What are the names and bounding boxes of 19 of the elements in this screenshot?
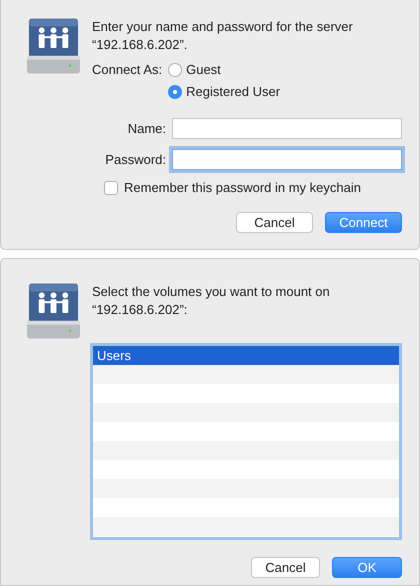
field-label: Name: xyxy=(126,121,166,136)
input-field[interactable] xyxy=(172,118,402,139)
volume-list[interactable]: Users xyxy=(90,343,402,540)
server-icon xyxy=(27,283,80,339)
radio-button[interactable] xyxy=(168,85,182,99)
radio-option[interactable]: Registered User xyxy=(168,82,280,102)
remember-checkbox[interactable]: Remember this password in my keychain xyxy=(104,180,402,195)
radio-button[interactable] xyxy=(168,63,182,77)
radio-option[interactable]: Guest xyxy=(168,60,280,80)
server-icon xyxy=(27,18,80,74)
connect-as-label: Connect As: xyxy=(92,61,162,79)
field-label: Password: xyxy=(104,152,166,167)
cancel-button[interactable]: Cancel xyxy=(251,557,320,578)
cancel-button[interactable]: Cancel xyxy=(236,212,313,233)
checkbox[interactable] xyxy=(104,180,118,194)
volume-item[interactable]: Users xyxy=(93,346,399,365)
dialog-message: Select the volumes you want to mount on “192.168.6.202”: xyxy=(92,283,331,319)
input-field[interactable] xyxy=(172,149,402,170)
dialog-message: Enter your name and password for the server “192.168.6.202”. xyxy=(92,18,354,54)
